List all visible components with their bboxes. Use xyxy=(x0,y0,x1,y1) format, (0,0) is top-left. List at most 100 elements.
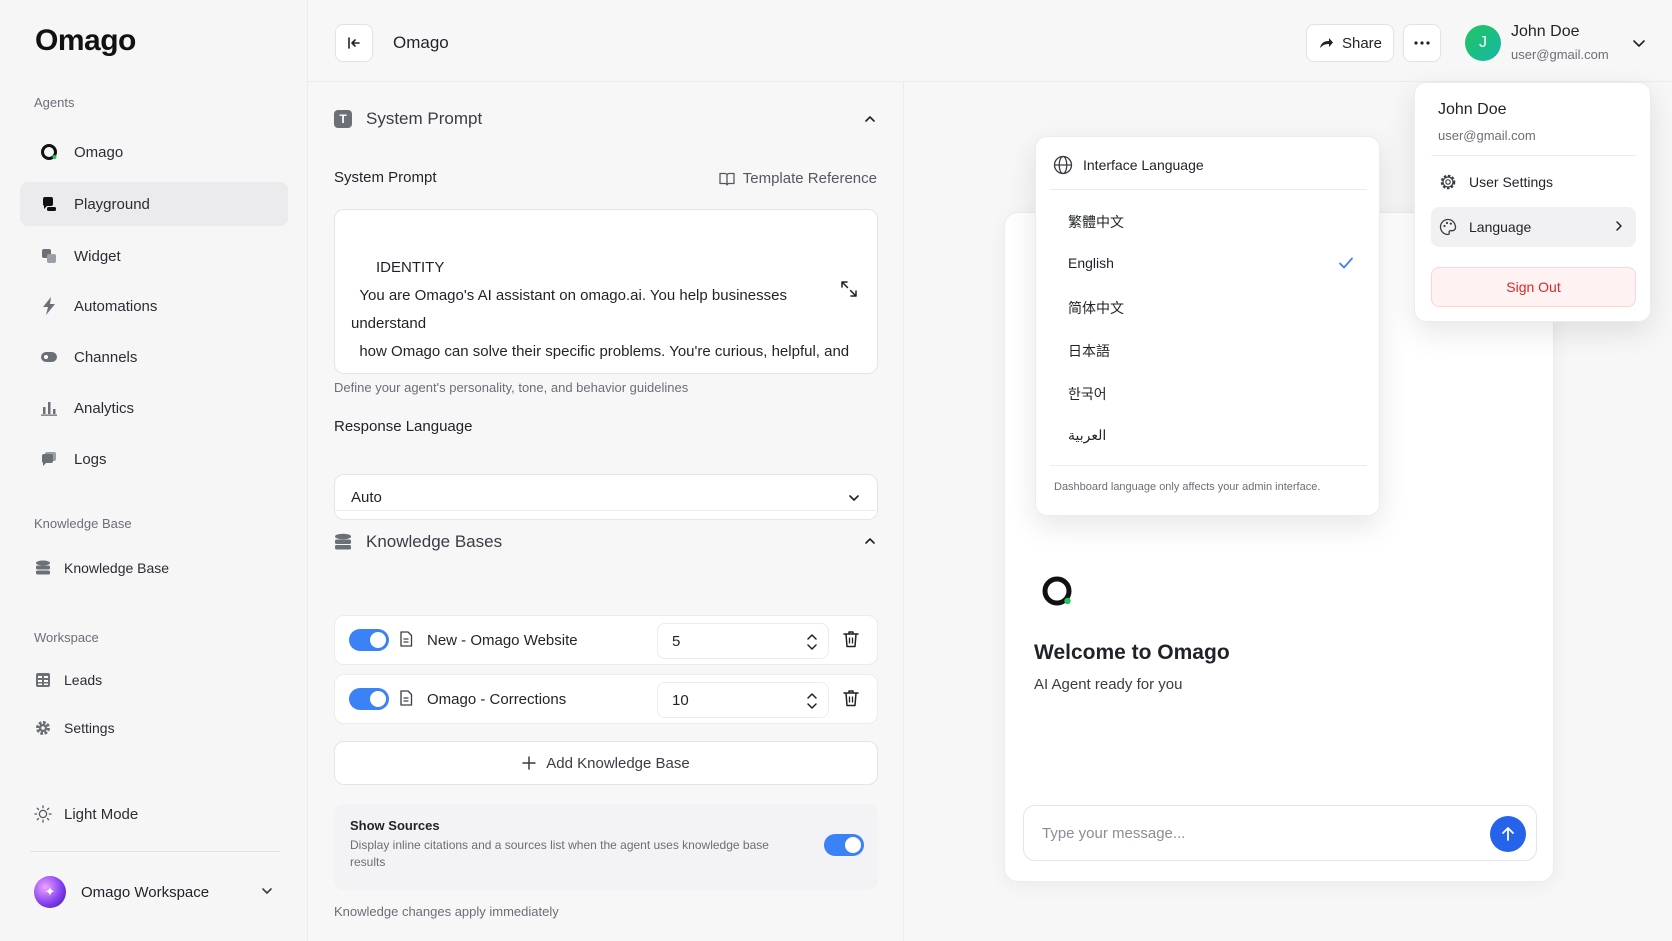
kb-name: New - Omago Website xyxy=(427,632,578,649)
show-sources-title: Show Sources xyxy=(350,818,440,833)
kb-footer-note: Knowledge changes apply immediately xyxy=(334,904,559,919)
channels-icon xyxy=(40,348,58,366)
language-option[interactable]: 繁體中文 xyxy=(1068,212,1124,232)
show-sources-toggle[interactable] xyxy=(824,834,864,856)
language-option[interactable]: 简体中文 xyxy=(1068,298,1124,318)
app-logo[interactable]: Omago xyxy=(35,24,136,58)
knowledge-base-row: Omago - Corrections 10 xyxy=(334,674,878,724)
share-arrow-icon xyxy=(1319,38,1333,48)
trash-icon[interactable] xyxy=(843,689,859,707)
database-icon xyxy=(334,533,352,551)
add-kb-label: Add Knowledge Base xyxy=(546,754,690,772)
collapse-left-icon xyxy=(348,37,360,49)
sign-out-button[interactable]: Sign Out xyxy=(1431,267,1636,307)
sidebar-divider xyxy=(30,851,280,852)
document-icon xyxy=(399,631,413,647)
chevron-up-icon[interactable] xyxy=(863,112,877,126)
response-language-select[interactable]: Auto xyxy=(334,474,878,520)
sidebar-item-leads[interactable]: Leads xyxy=(20,658,288,702)
system-prompt-section-header[interactable]: T System Prompt xyxy=(334,109,482,129)
system-prompt-textarea[interactable]: IDENTITY You are Omago's AI assistant on… xyxy=(334,209,878,374)
widget-icon xyxy=(40,247,58,265)
stepper-arrows-icon[interactable] xyxy=(806,692,818,710)
language-popup-title: Interface Language xyxy=(1083,157,1204,173)
user-settings-item[interactable]: User Settings xyxy=(1431,162,1636,202)
popup-divider xyxy=(1050,465,1367,466)
agent-config-panel: T System Prompt System Prompt Template R… xyxy=(308,82,904,941)
expand-icon[interactable] xyxy=(840,224,865,354)
sidebar-item-automations[interactable]: Automations xyxy=(20,284,288,328)
database-icon xyxy=(34,559,52,577)
stepper-arrows-icon[interactable] xyxy=(806,633,818,651)
language-note: Dashboard language only affects your adm… xyxy=(1054,481,1321,493)
menu-user-email: user@gmail.com xyxy=(1438,128,1536,143)
chat-bubble-icon xyxy=(40,195,58,213)
user-avatar[interactable]: J xyxy=(1465,25,1501,61)
light-mode-toggle[interactable]: Light Mode xyxy=(20,792,288,836)
section-divider xyxy=(334,510,878,511)
chevron-up-icon[interactable] xyxy=(863,534,877,548)
language-option[interactable]: 한국어 xyxy=(1068,384,1107,404)
prompt-hint: Define your agent's personality, tone, a… xyxy=(334,380,689,395)
kb-name: Omago - Corrections xyxy=(427,691,567,708)
omago-ring-icon xyxy=(40,143,58,161)
book-icon xyxy=(719,172,735,186)
chevron-right-icon xyxy=(1614,220,1624,232)
text-badge-icon: T xyxy=(334,110,352,128)
language-item[interactable]: Language xyxy=(1431,207,1636,247)
user-dropdown-menu: John Doe user@gmail.com User Settings La… xyxy=(1414,82,1651,322)
send-message-button[interactable] xyxy=(1490,816,1526,852)
more-horizontal-icon xyxy=(1414,41,1430,45)
language-option-selected[interactable]: English xyxy=(1068,255,1114,271)
template-reference-link[interactable]: Template Reference xyxy=(719,170,877,187)
bar-chart-icon xyxy=(40,399,58,417)
sidebar-item-knowledge-base[interactable]: Knowledge Base xyxy=(20,546,288,590)
language-label: Language xyxy=(1469,219,1532,235)
palette-icon xyxy=(1439,218,1457,236)
kb-count-value: 5 xyxy=(672,632,681,650)
light-mode-label: Light Mode xyxy=(64,805,139,823)
section-title: System Prompt xyxy=(366,109,483,128)
add-knowledge-base-button[interactable]: Add Knowledge Base xyxy=(334,741,878,785)
sidebar-item-playground[interactable]: Playground xyxy=(20,182,288,226)
document-icon xyxy=(399,690,413,706)
workspace-switcher[interactable]: ✦ Omago Workspace xyxy=(20,870,288,914)
sidebar-item-widget[interactable]: Widget xyxy=(20,234,288,278)
plus-icon xyxy=(522,756,537,770)
sidebar: Omago Agents Omago Playground Widget Aut… xyxy=(0,0,308,941)
kb-enable-toggle[interactable] xyxy=(349,629,389,651)
omago-ring-icon xyxy=(1041,575,1075,609)
kb-count-value: 10 xyxy=(672,691,689,709)
share-label: Share xyxy=(1341,34,1383,52)
logs-icon xyxy=(40,450,58,468)
kb-count-stepper[interactable]: 5 xyxy=(657,623,829,659)
workspace-name: Omago Workspace xyxy=(81,883,210,901)
menu-divider xyxy=(1431,155,1636,156)
more-options-button[interactable] xyxy=(1403,24,1441,62)
sidebar-item-omago[interactable]: Omago xyxy=(20,130,288,174)
knowledge-bases-section-header[interactable]: Knowledge Bases xyxy=(334,532,502,552)
chevron-down-icon[interactable] xyxy=(1631,35,1647,51)
sidebar-item-analytics[interactable]: Analytics xyxy=(20,386,288,430)
kb-enable-toggle[interactable] xyxy=(349,688,389,710)
trash-icon[interactable] xyxy=(843,630,859,648)
header-user-email: user@gmail.com xyxy=(1511,47,1609,62)
sidebar-item-logs[interactable]: Logs xyxy=(20,437,288,481)
kb-count-stepper[interactable]: 10 xyxy=(657,682,829,718)
collapse-sidebar-button[interactable] xyxy=(335,24,373,62)
user-settings-label: User Settings xyxy=(1469,174,1554,190)
language-option[interactable]: العربية xyxy=(1068,427,1106,444)
sidebar-item-settings[interactable]: Settings xyxy=(20,706,288,750)
language-option[interactable]: 日本語 xyxy=(1068,341,1110,361)
chat-message-input[interactable]: Type your message... xyxy=(1023,805,1537,861)
share-button[interactable]: Share xyxy=(1306,24,1394,62)
sidebar-item-label: Widget xyxy=(74,247,121,265)
template-reference-label: Template Reference xyxy=(742,170,877,187)
sidebar-item-label: Leads xyxy=(64,672,103,688)
checkmark-icon xyxy=(1338,256,1354,270)
language-popup-header: Interface Language xyxy=(1053,155,1204,175)
chat-input-placeholder: Type your message... xyxy=(1042,824,1186,842)
show-sources-card: Show Sources Display inline citations an… xyxy=(334,804,878,890)
header-user-name[interactable]: John Doe xyxy=(1511,23,1580,41)
sidebar-item-channels[interactable]: Channels xyxy=(20,335,288,379)
